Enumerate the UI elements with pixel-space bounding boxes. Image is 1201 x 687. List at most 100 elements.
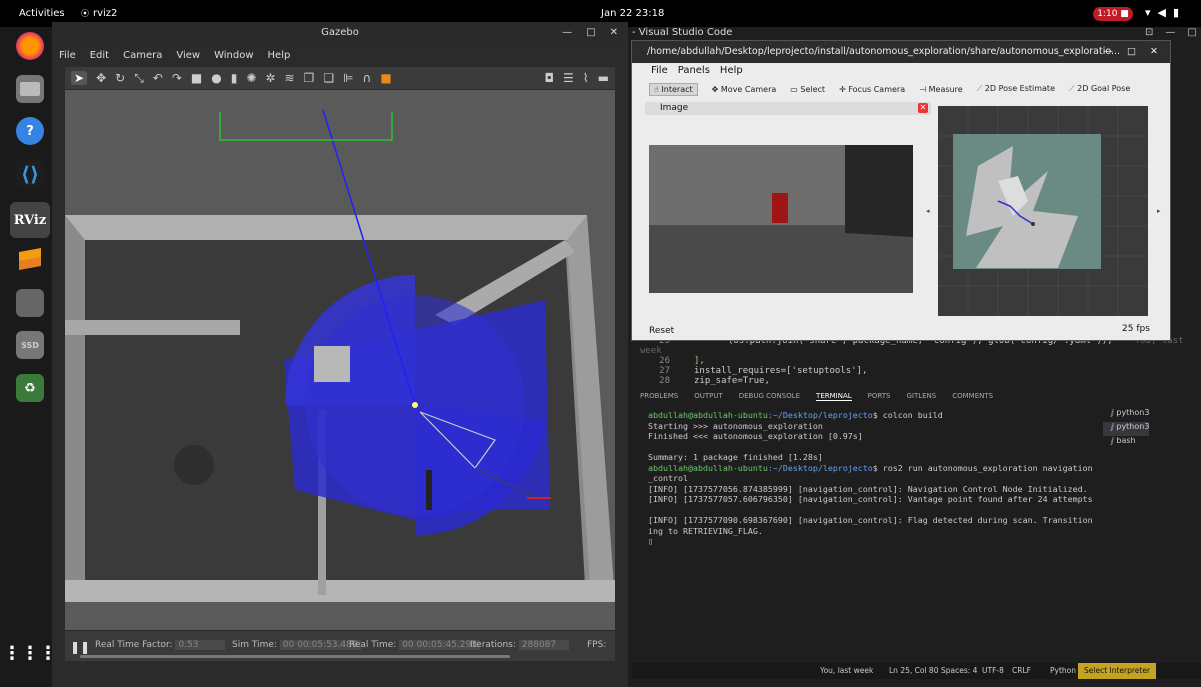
system-tray[interactable]: ▾ ◀ ▮ bbox=[1145, 6, 1179, 19]
select-interpreter-button[interactable]: Select Interpreter bbox=[1078, 663, 1157, 679]
terminal-item[interactable]: ⅉ bash bbox=[1103, 436, 1149, 450]
maximize-icon[interactable]: □ bbox=[1187, 27, 1196, 38]
select-mode-icon[interactable]: ➤ bbox=[71, 71, 88, 85]
status-blame[interactable]: You, last week bbox=[820, 666, 873, 675]
volume-icon: ◀ bbox=[1157, 6, 1166, 19]
vscode-icon[interactable]: ⟨⟩ bbox=[16, 160, 44, 188]
tab-gitlens[interactable]: GITLENS bbox=[906, 392, 936, 401]
select-tool[interactable]: ▭ Select bbox=[790, 85, 825, 94]
pause-icon[interactable]: ❚❚ bbox=[70, 640, 90, 654]
point-light-icon[interactable]: ✺ bbox=[246, 71, 256, 85]
terminal-cursor: ▯ bbox=[648, 536, 653, 546]
redo-icon[interactable]: ↷ bbox=[172, 71, 182, 85]
ssd-icon[interactable]: SSD bbox=[16, 331, 44, 359]
minimize-icon[interactable]: — bbox=[1104, 41, 1114, 63]
tab-output[interactable]: OUTPUT bbox=[694, 392, 723, 401]
copy-icon[interactable]: ❐ bbox=[304, 71, 315, 85]
log-icon[interactable]: ☰ bbox=[563, 71, 574, 85]
simtime-field: Sim Time: 00 00:05:53.489 bbox=[232, 640, 361, 650]
change-view-icon[interactable]: ■ bbox=[380, 71, 391, 85]
status-spaces[interactable]: Spaces: 4 bbox=[941, 666, 977, 675]
reset-button[interactable]: Reset bbox=[649, 326, 674, 336]
recording-indicator[interactable]: 1:10 ■ bbox=[1093, 7, 1133, 21]
translate-icon[interactable]: ✥ bbox=[96, 71, 106, 85]
screenshot-icon[interactable]: ◘ bbox=[545, 71, 555, 85]
rotate-icon[interactable]: ↻ bbox=[115, 71, 125, 85]
camera-image bbox=[649, 145, 913, 293]
plot-icon[interactable]: ⌇ bbox=[583, 71, 589, 85]
menu-panels[interactable]: Panels bbox=[678, 65, 710, 76]
status-language[interactable]: Python bbox=[1050, 666, 1076, 675]
step-slider[interactable] bbox=[80, 655, 510, 658]
terminal-line: [INFO] [1737577057.606796350] [navigatio… bbox=[648, 494, 1093, 504]
gazebo-window: Gazebo — □ ✕ File Edit Camera View Windo… bbox=[52, 22, 628, 687]
image-panel-title: Image bbox=[660, 103, 689, 113]
terminal-line: Finished <<< autonomous_exploration [0.9… bbox=[648, 431, 863, 441]
terminal-output[interactable]: abdullah@abdullah-ubuntu:~/Desktop/lepro… bbox=[648, 410, 1100, 547]
close-icon[interactable]: ✕ bbox=[1150, 41, 1158, 63]
video-icon[interactable]: ▬ bbox=[598, 71, 609, 85]
code-editor[interactable]: 25 (os.path.join('share', package_name, '… bbox=[640, 336, 1201, 386]
menu-help[interactable]: Help bbox=[720, 65, 743, 76]
gazebo-3d-viewport[interactable] bbox=[65, 90, 615, 630]
menu-file[interactable]: File bbox=[59, 50, 76, 61]
stack-icon[interactable] bbox=[16, 245, 44, 273]
tab-terminal[interactable]: TERMINAL bbox=[816, 392, 852, 401]
menu-window[interactable]: Window bbox=[214, 50, 253, 61]
paste-icon[interactable]: ❏ bbox=[323, 71, 334, 85]
app-menu[interactable]: ⦿ rviz2 bbox=[81, 8, 117, 19]
gazebo-titlebar: Gazebo — □ ✕ bbox=[52, 22, 628, 44]
box-icon[interactable]: ■ bbox=[191, 71, 202, 85]
status-encoding[interactable]: UTF-8 bbox=[982, 666, 1004, 675]
layout-icon[interactable]: ⊡ bbox=[1145, 27, 1153, 38]
minimize-icon[interactable]: — bbox=[1165, 27, 1175, 38]
terminal-item[interactable]: ⅉ python3 bbox=[1103, 408, 1149, 422]
undo-icon[interactable]: ↶ bbox=[153, 71, 163, 85]
maximize-icon[interactable]: □ bbox=[586, 22, 595, 44]
tab-problems[interactable]: PROBLEMS bbox=[640, 392, 678, 401]
help-icon[interactable]: ? bbox=[16, 117, 44, 145]
collapse-left-icon[interactable]: ◂ bbox=[926, 207, 930, 215]
directional-light-icon[interactable]: ≋ bbox=[284, 71, 294, 85]
status-position[interactable]: Ln 25, Col 80 bbox=[889, 666, 938, 675]
close-icon[interactable]: ✕ bbox=[610, 22, 618, 44]
sphere-icon[interactable]: ● bbox=[211, 71, 221, 85]
pose-estimate-tool[interactable]: ⟋ 2D Pose Estimate bbox=[977, 84, 1055, 94]
firefox-icon[interactable] bbox=[16, 32, 44, 60]
measure-tool[interactable]: ⊣ Measure bbox=[919, 85, 963, 94]
activities-button[interactable]: Activities bbox=[19, 8, 65, 19]
interact-tool[interactable]: ☝ Interact bbox=[649, 82, 698, 96]
minimize-icon[interactable]: — bbox=[562, 22, 572, 44]
tab-debug-console[interactable]: DEBUG CONSOLE bbox=[739, 392, 800, 401]
terminal-line: [INFO] [1737577056.874385999] [navigatio… bbox=[648, 483, 1088, 494]
move-camera-tool[interactable]: ✥ Move Camera bbox=[712, 85, 777, 94]
focus-camera-tool[interactable]: ✛ Focus Camera bbox=[839, 85, 905, 94]
spot-light-icon[interactable]: ✲ bbox=[265, 71, 275, 85]
tab-comments[interactable]: COMMENTS bbox=[952, 392, 993, 401]
menu-help[interactable]: Help bbox=[268, 50, 291, 61]
trash-icon[interactable]: ♻ bbox=[16, 374, 44, 402]
collapse-right-icon[interactable]: ▸ bbox=[1157, 207, 1161, 215]
rviz-icon[interactable]: RViz bbox=[10, 202, 50, 238]
menu-camera[interactable]: Camera bbox=[123, 50, 162, 61]
map-view[interactable] bbox=[938, 106, 1148, 316]
status-eol[interactable]: CRLF bbox=[1012, 666, 1031, 675]
scale-icon[interactable]: ⤡ bbox=[134, 71, 144, 86]
clock[interactable]: Jan 22 23:18 bbox=[601, 8, 664, 19]
goal-pose-tool[interactable]: ⟋ 2D Goal Pose bbox=[1069, 84, 1130, 94]
tab-ports[interactable]: PORTS bbox=[868, 392, 891, 401]
drive-icon[interactable] bbox=[16, 289, 44, 317]
cylinder-icon[interactable]: ▮ bbox=[231, 71, 238, 85]
close-panel-icon[interactable]: ✕ bbox=[918, 103, 928, 113]
terminal-line: Starting >>> autonomous_exploration bbox=[648, 420, 823, 431]
menu-file[interactable]: File bbox=[651, 65, 668, 76]
fps-field: FPS: bbox=[587, 640, 607, 650]
snap-icon[interactable]: ∩ bbox=[363, 71, 372, 85]
menu-edit[interactable]: Edit bbox=[90, 50, 109, 61]
maximize-icon[interactable]: □ bbox=[1127, 41, 1136, 63]
align-icon[interactable]: ⊫ bbox=[343, 71, 353, 85]
terminal-item[interactable]: ⅉ python3 bbox=[1103, 422, 1150, 436]
apps-grid-icon[interactable]: ⋮⋮⋮ bbox=[3, 639, 57, 667]
menu-view[interactable]: View bbox=[176, 50, 200, 61]
files-icon[interactable] bbox=[16, 75, 44, 103]
